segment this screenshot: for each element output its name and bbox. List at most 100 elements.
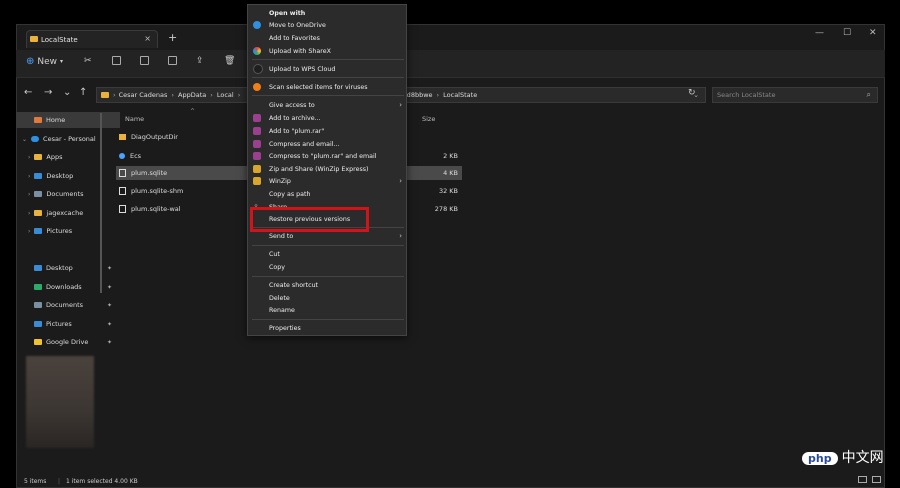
- search-icon: ⌕: [866, 90, 871, 99]
- column-header-size[interactable]: Size: [422, 115, 435, 123]
- winrar-icon: [253, 114, 261, 122]
- close-window-button[interactable]: ✕: [869, 28, 877, 38]
- pin-icon[interactable]: ✦: [107, 321, 112, 328]
- new-tab-button[interactable]: +: [168, 31, 177, 44]
- chevron-down-icon: ▾: [60, 58, 64, 65]
- search-placeholder: Search LocalState: [717, 91, 776, 99]
- menu-item-copy[interactable]: Copy: [248, 261, 408, 273]
- tiles-view-icon[interactable]: [872, 476, 881, 483]
- winzip-icon: [253, 177, 261, 185]
- menu-item-copy-as-path[interactable]: Copy as path: [248, 188, 408, 200]
- rename-icon[interactable]: [168, 56, 177, 65]
- cloud-icon: [31, 136, 40, 142]
- documents-icon: [34, 302, 42, 308]
- up-button[interactable]: ↑: [79, 87, 87, 98]
- pin-icon[interactable]: ✦: [107, 302, 112, 309]
- menu-item-compress-plum-email[interactable]: Compress to "plum.rar" and email: [248, 150, 408, 162]
- breadcrumb-segment[interactable]: LocalState: [443, 91, 477, 99]
- quick-access-downloads[interactable]: Downloads ✦: [16, 279, 120, 295]
- menu-item-zip-and-share[interactable]: Zip and Share (WinZip Express): [248, 163, 408, 175]
- sort-indicator-icon: ^: [190, 108, 196, 115]
- delete-icon[interactable]: 🗑: [224, 56, 235, 66]
- folder-icon: [30, 36, 38, 42]
- menu-item-delete[interactable]: Delete: [248, 292, 408, 304]
- breadcrumb-segment[interactable]: Local: [217, 91, 234, 99]
- pictures-icon: [34, 321, 42, 327]
- context-menu: Open with Move to OneDrive Add to Favori…: [247, 4, 407, 336]
- settings-file-icon: [119, 153, 125, 159]
- recent-locations-button[interactable]: ⌄: [63, 87, 71, 98]
- menu-item-give-access[interactable]: Give access to ›: [248, 99, 408, 111]
- cut-icon[interactable]: ✂: [84, 56, 92, 66]
- chevron-down-icon: ⌄: [22, 135, 28, 143]
- chevron-right-icon: ›: [28, 227, 31, 235]
- file-icon: [119, 205, 126, 213]
- folder-icon: [119, 134, 126, 140]
- quick-access-documents[interactable]: Documents ✦: [16, 297, 120, 313]
- menu-item-properties[interactable]: Properties: [248, 322, 408, 334]
- menu-item-rename[interactable]: Rename: [248, 304, 408, 316]
- downloads-icon: [34, 284, 42, 290]
- column-header-name[interactable]: Name: [125, 115, 144, 123]
- back-button[interactable]: ←: [24, 87, 32, 98]
- highlight-box: [250, 207, 369, 232]
- breadcrumb-segment[interactable]: Cesar Cadenas: [119, 91, 168, 99]
- sidebar-item-onedrive[interactable]: ⌄ Cesar - Personal: [16, 131, 108, 147]
- menu-item-winzip[interactable]: WinZip ›: [248, 175, 408, 187]
- wps-icon: [253, 64, 263, 74]
- sharex-icon: [253, 47, 261, 55]
- menu-item-add-to-plum-rar[interactable]: Add to "plum.rar": [248, 125, 408, 137]
- menu-item-upload-sharex[interactable]: Upload with ShareX: [248, 45, 408, 57]
- drive-icon: [34, 339, 42, 345]
- sidebar-item-home[interactable]: Home: [16, 112, 120, 128]
- new-button[interactable]: ⊕ New ▾: [26, 56, 63, 67]
- chevron-right-icon: ›: [28, 153, 31, 161]
- details-view-icon[interactable]: [858, 476, 867, 483]
- menu-item-move-to-onedrive[interactable]: Move to OneDrive: [248, 19, 408, 31]
- winrar-icon: [253, 152, 261, 160]
- sidebar-scrollbar[interactable]: [100, 113, 102, 293]
- onedrive-icon: [253, 21, 261, 29]
- menu-item-create-shortcut[interactable]: Create shortcut: [248, 279, 408, 291]
- watermark-logo: php 中文网: [802, 447, 884, 467]
- new-label: New: [37, 56, 58, 67]
- winzip-icon: [253, 165, 261, 173]
- menu-item-open-with[interactable]: Open with: [248, 7, 408, 19]
- paste-icon[interactable]: [140, 56, 149, 65]
- menu-item-add-to-archive[interactable]: Add to archive...: [248, 112, 408, 124]
- status-selection: 1 item selected 4.00 KB: [66, 478, 138, 485]
- desktop-icon: [34, 265, 42, 271]
- menu-item-cut[interactable]: Cut: [248, 248, 408, 260]
- share-icon[interactable]: ⇪: [196, 56, 204, 66]
- quick-access-desktop[interactable]: Desktop ✦: [16, 260, 120, 276]
- avast-icon: [253, 83, 261, 91]
- menu-item-upload-wps[interactable]: Upload to WPS Cloud: [248, 63, 408, 75]
- pin-icon[interactable]: ✦: [107, 284, 112, 291]
- copy-icon[interactable]: [112, 56, 121, 65]
- pin-icon[interactable]: ✦: [107, 265, 112, 272]
- blurred-region: [26, 356, 94, 448]
- breadcrumb-segment[interactable]: AppData: [178, 91, 206, 99]
- tab-close-icon[interactable]: ×: [144, 34, 151, 43]
- chevron-right-icon: ›: [28, 190, 31, 198]
- status-bar: 5 items | 1 item selected 4.00 KB: [24, 478, 138, 485]
- folder-icon: [101, 92, 109, 98]
- menu-item-add-to-favorites[interactable]: Add to Favorites: [248, 32, 408, 44]
- winrar-icon: [253, 127, 261, 135]
- file-icon: [119, 187, 126, 195]
- file-icon: [119, 169, 126, 177]
- menu-item-compress-email[interactable]: Compress and email...: [248, 138, 408, 150]
- forward-button[interactable]: →: [44, 87, 52, 98]
- quick-access-pictures[interactable]: Pictures ✦: [16, 316, 120, 332]
- minimize-button[interactable]: —: [815, 28, 824, 38]
- search-input[interactable]: Search LocalState ⌕: [712, 87, 878, 103]
- refresh-button[interactable]: ↻: [688, 88, 696, 98]
- maximize-button[interactable]: ☐: [843, 28, 851, 38]
- desktop-icon: [34, 173, 43, 179]
- tab-localstate[interactable]: LocalState ×: [26, 30, 158, 48]
- pin-icon[interactable]: ✦: [107, 339, 112, 346]
- status-item-count: 5 items: [24, 478, 47, 485]
- folder-icon: [34, 154, 43, 160]
- quick-access-google-drive[interactable]: Google Drive ✦: [16, 334, 120, 350]
- menu-item-scan-viruses[interactable]: Scan selected items for viruses: [248, 81, 408, 93]
